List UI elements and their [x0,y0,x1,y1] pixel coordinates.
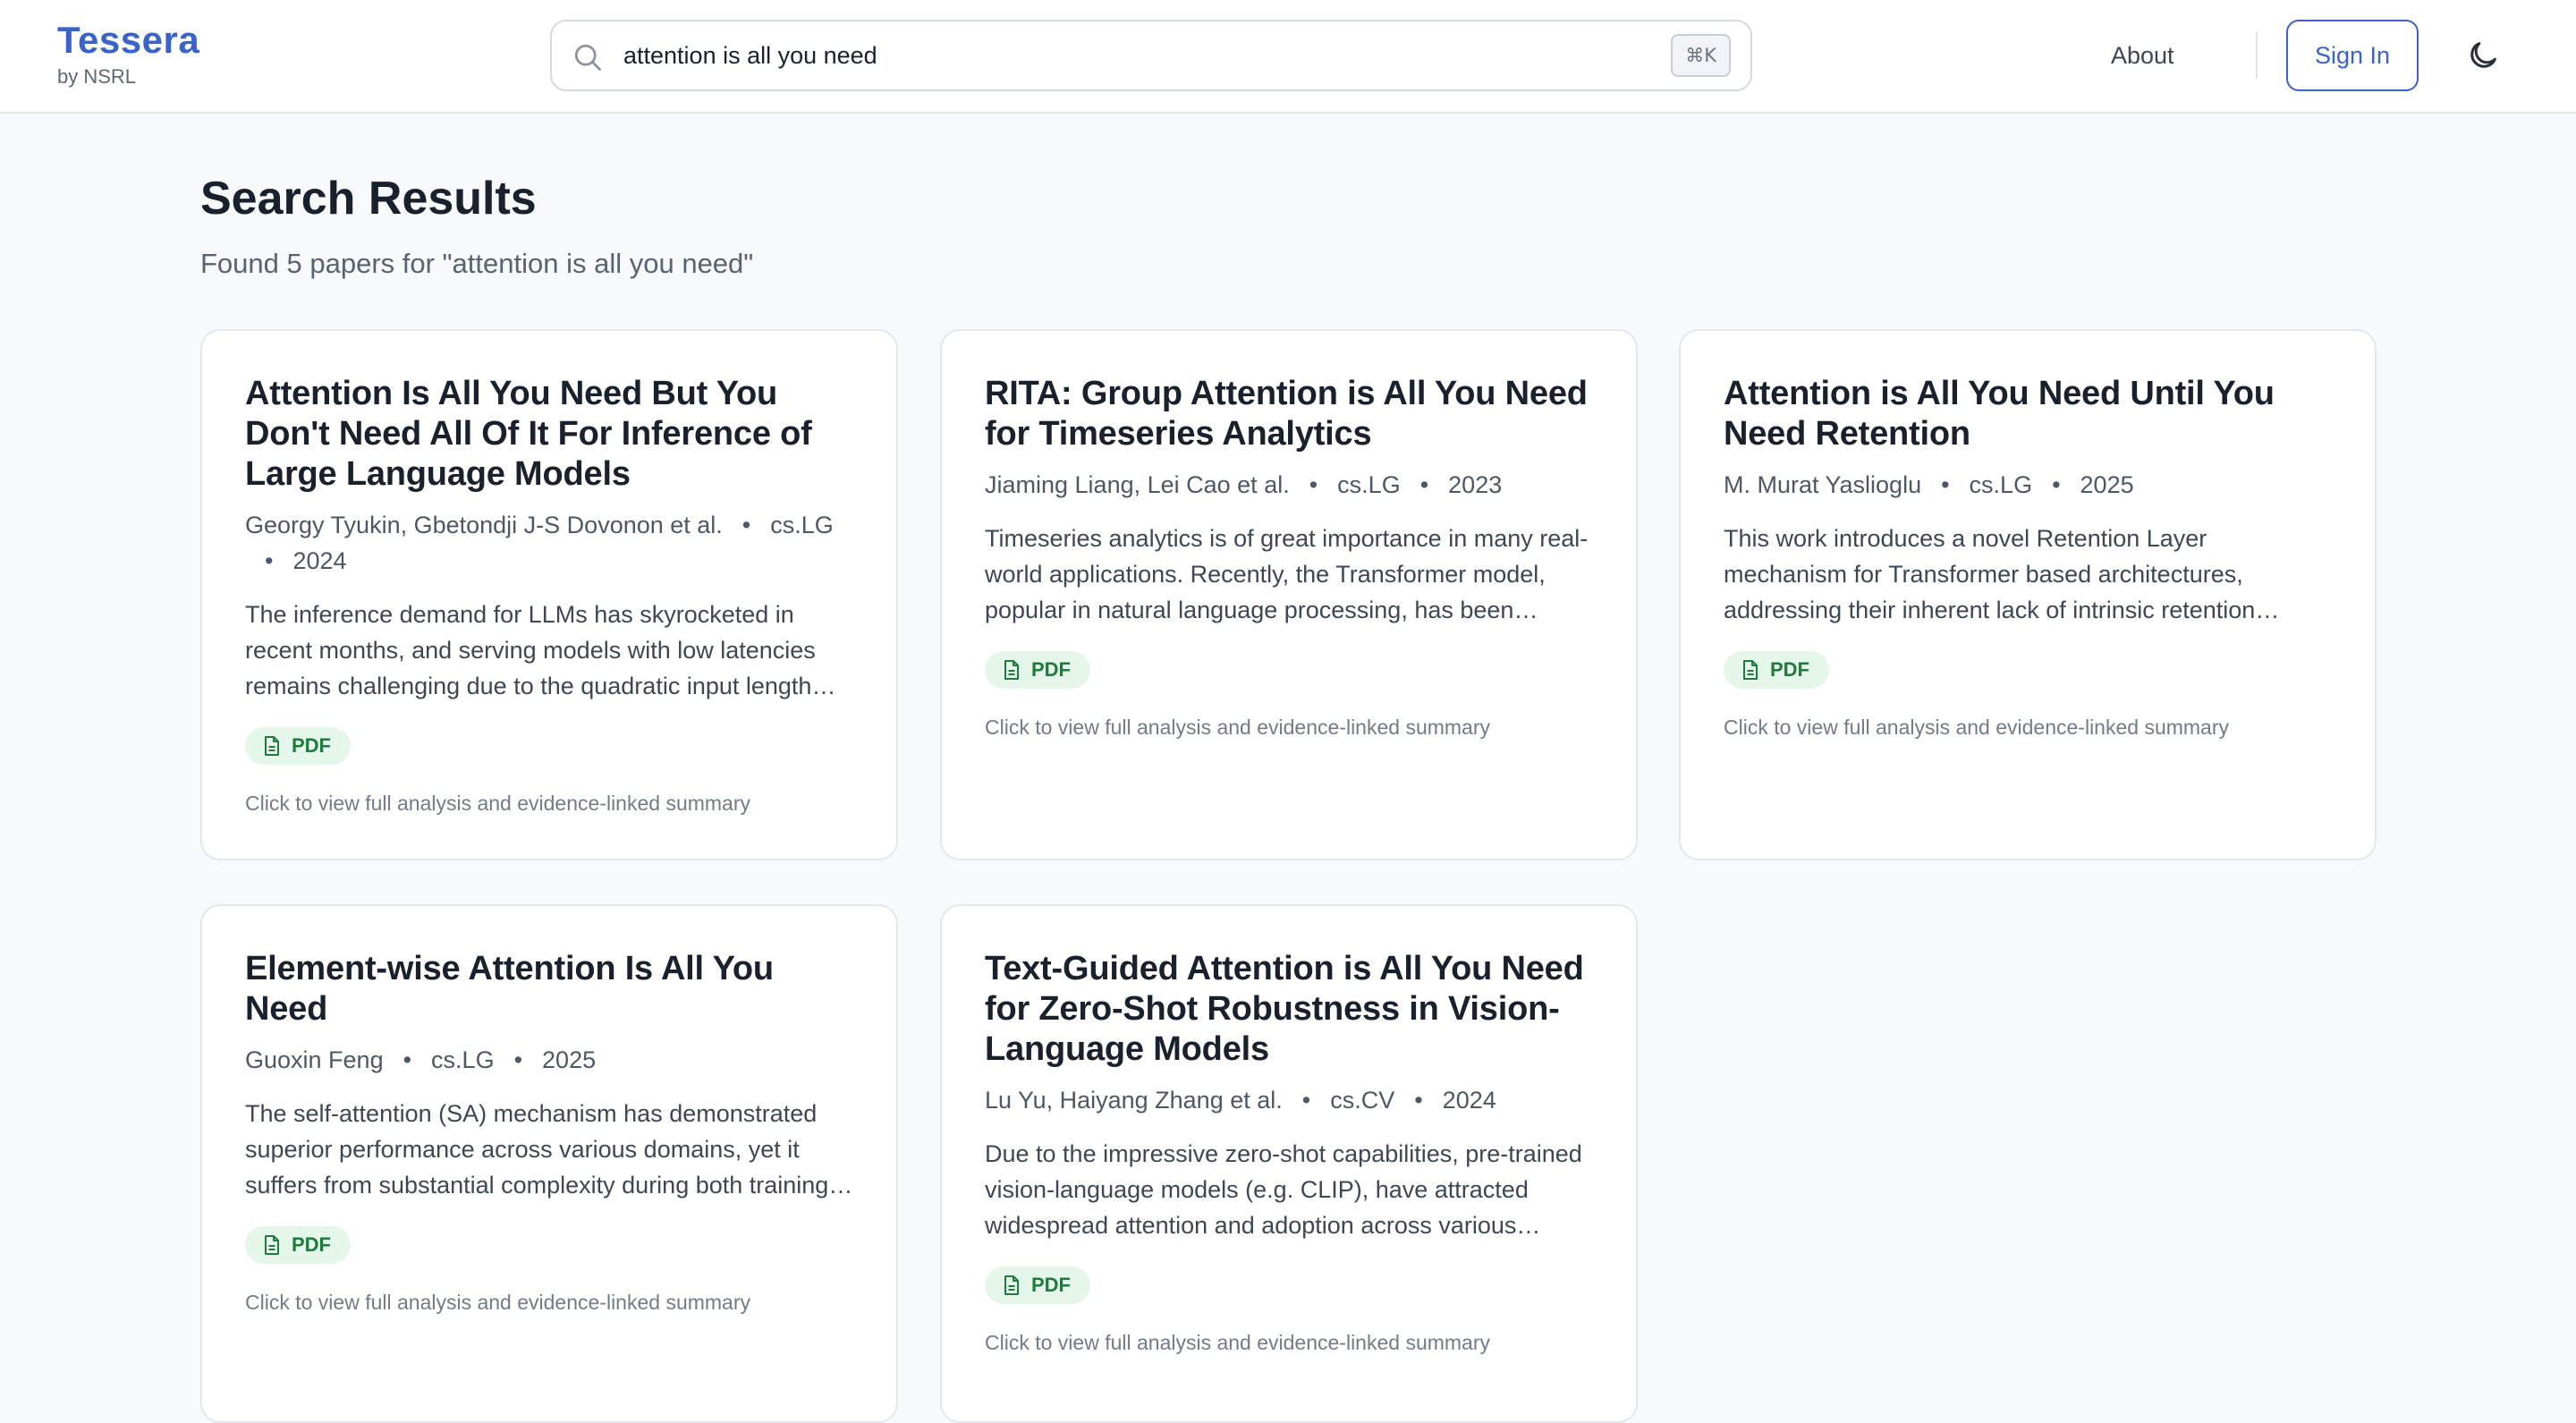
paper-category: cs.LG [1969,471,2033,498]
nav-divider [2256,32,2258,79]
pdf-badge[interactable]: PDF [985,651,1090,689]
page-title: Search Results [200,173,537,224]
paper-authors: Lu Yu, Haiyang Zhang et al. [985,1087,1283,1114]
result-count: Found 5 papers for "attention is all you… [200,248,754,279]
paper-title[interactable]: Element-wise Attention Is All You Need [245,949,853,1029]
paper-meta: Lu Yu, Haiyang Zhang et al. • cs.CV • 2024 [985,1087,1496,1114]
document-icon [1004,660,1019,680]
sign-in-button[interactable]: Sign In [2286,20,2419,91]
paper-title[interactable]: Attention is All You Need Until You Need… [1724,374,2332,454]
paper-category: cs.CV [1330,1087,1395,1114]
brand-logo[interactable]: Tessera by NSRL [57,18,199,89]
brand-name: Tessera [57,19,200,61]
document-icon [1743,660,1758,680]
card-hint: Click to view full analysis and evidence… [985,716,1491,739]
document-icon [265,1235,279,1255]
search-icon [574,44,601,71]
nav-about-link[interactable]: About [2111,36,2174,75]
paper-abstract: The inference demand for LLMs has skyroc… [245,601,816,699]
paper-meta: M. Murat Yaslioglu • cs.LG • 2025 [1724,471,2134,498]
pdf-badge[interactable]: PDF [985,1266,1090,1304]
paper-year: 2025 [2080,471,2134,498]
card-hint: Click to view full analysis and evidence… [1724,716,2230,739]
pdf-badge[interactable]: PDF [1724,651,1829,689]
card-hint: Click to view full analysis and evidence… [245,1291,751,1314]
keyboard-shortcut-badge: ⌘K [1671,34,1731,77]
paper-abstract: The self-attention (SA) mechanism has de… [245,1100,829,1199]
paper-title[interactable]: Attention Is All You Need But You Don't … [245,374,853,495]
pdf-badge[interactable]: PDF [245,1226,351,1264]
paper-title[interactable]: RITA: Group Attention is All You Need fo… [985,374,1593,454]
paper-year: 2024 [292,547,347,574]
paper-authors: M. Murat Yaslioglu [1724,471,1922,498]
document-icon [265,736,279,756]
top-bar: Tessera by NSRL ⌘K About Sign In [0,0,2576,114]
paper-meta: Georgy Tyukin, Gbetondji J-S Dovonon et … [245,512,834,574]
pdf-badge[interactable]: PDF [245,727,351,765]
paper-year: 2025 [542,1046,597,1073]
paper-category: cs.LG [770,512,834,538]
paper-meta: Guoxin Feng • cs.LG • 2025 [245,1046,597,1073]
paper-authors: Guoxin Feng [245,1046,384,1073]
paper-authors: Jiaming Liang, Lei Cao et al. [985,471,1290,498]
result-card[interactable]: Text-Guided Attention is All You Need fo… [940,904,1638,1423]
paper-category: cs.LG [1337,471,1401,498]
search-bar[interactable]: ⌘K [550,20,1752,91]
paper-meta: Jiaming Liang, Lei Cao et al. • cs.LG • 2023 [985,471,1503,498]
card-hint: Click to view full analysis and evidence… [985,1331,1491,1354]
paper-title[interactable]: Text-Guided Attention is All You Need fo… [985,949,1593,1070]
paper-year: 2024 [1442,1087,1496,1114]
pdf-badge-label: PDF [1031,658,1071,681]
pdf-badge-label: PDF [292,1233,331,1256]
paper-abstract: Due to the impressive zero-shot capabili… [985,1140,1582,1239]
search-input[interactable] [623,34,1607,77]
result-card[interactable]: Element-wise Attention Is All You Need G… [200,904,898,1423]
result-card[interactable]: Attention is All You Need Until You Need… [1679,329,2377,860]
paper-abstract: This work introduces a novel Retention L… [1724,525,2256,623]
result-card[interactable]: RITA: Group Attention is All You Need fo… [940,329,1638,860]
paper-category: cs.LG [431,1046,495,1073]
card-hint: Click to view full analysis and evidence… [245,792,751,815]
paper-authors: Georgy Tyukin, Gbetondji J-S Dovonon et … [245,512,723,538]
paper-abstract: Timeseries analytics is of great importa… [985,525,1589,623]
paper-year: 2023 [1448,471,1503,498]
brand-subtitle: by NSRL [57,65,137,88]
result-card[interactable]: Attention Is All You Need But You Don't … [200,329,898,860]
pdf-badge-label: PDF [292,734,331,757]
moon-icon[interactable] [2465,38,2501,73]
document-icon [1004,1275,1019,1295]
pdf-badge-label: PDF [1031,1274,1071,1296]
pdf-badge-label: PDF [1770,658,1809,681]
